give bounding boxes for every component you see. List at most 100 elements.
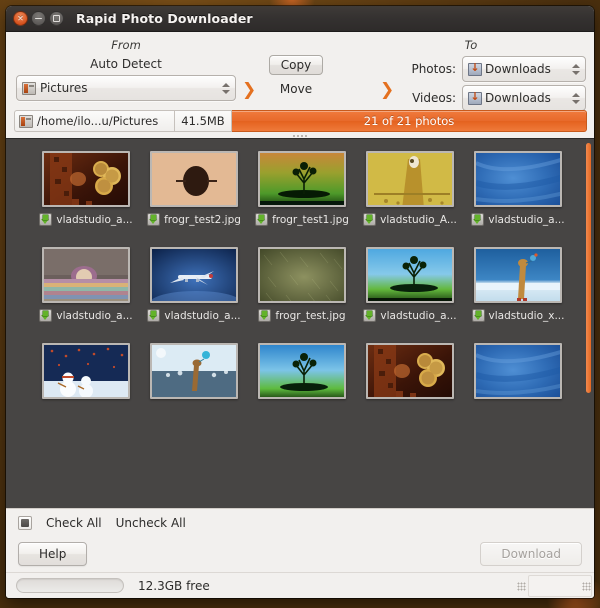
thumbnail-image[interactable] — [150, 247, 238, 303]
minimize-icon[interactable] — [31, 11, 46, 26]
thumbnail-image[interactable] — [42, 151, 130, 207]
vertical-scrollbar[interactable] — [586, 143, 591, 504]
free-space-progress — [16, 578, 124, 593]
chevron-right-icon-right: ❯ — [380, 80, 395, 100]
thumbnail-cell[interactable]: vladstudio_a... — [466, 151, 570, 247]
source-folder-value: Pictures — [40, 81, 88, 95]
photos-destination-row: Photos: Downloads — [356, 56, 586, 82]
download-arrow-icon[interactable] — [39, 309, 53, 322]
thumbnail-cell[interactable]: vladstudio_a... — [34, 151, 138, 247]
thumbnail-cell[interactable] — [466, 343, 570, 439]
from-to-row: From Auto Detect Pictures Copy Move ❯ ❯ … — [6, 32, 594, 111]
thumbnail-filename: vladstudio_A... — [380, 213, 457, 226]
thumbnail-cell[interactable]: frogr_test1.jpg — [250, 151, 354, 247]
device-progress-bar: 21 of 21 photos — [232, 110, 587, 132]
thumbnail-image[interactable] — [474, 343, 562, 399]
uncheck-all-label[interactable]: Uncheck All — [116, 516, 186, 530]
photos-destination-combo[interactable]: Downloads — [462, 56, 586, 82]
photos-label: Photos: — [411, 62, 456, 76]
title-bar: ✕ Rapid Photo Downloader — [6, 6, 594, 32]
thumbnail-cell[interactable]: vladstudio_a... — [142, 247, 246, 343]
download-arrow-icon[interactable] — [147, 213, 161, 226]
download-arrow-icon[interactable] — [147, 309, 161, 322]
thumbnail-image[interactable] — [258, 247, 346, 303]
thumbnail-cell[interactable] — [142, 343, 246, 439]
thumbnail-cell[interactable] — [358, 343, 462, 439]
thumbnail-filename: frogr_test.jpg — [275, 309, 346, 322]
download-arrow-icon[interactable] — [258, 309, 272, 322]
spinner-arrows-icon[interactable] — [221, 82, 231, 94]
thumbnail-cell[interactable] — [250, 343, 354, 439]
thumbnail-image[interactable] — [366, 247, 454, 303]
download-arrow-icon[interactable] — [255, 213, 269, 226]
thumbnail-cell[interactable]: frogr_test2.jpg — [142, 151, 246, 247]
videos-destination-value: Downloads — [485, 91, 551, 105]
videos-destination-combo[interactable]: Downloads — [462, 85, 586, 111]
thumbnail-cell[interactable]: vladstudio_a... — [358, 247, 462, 343]
thumbnail-cell[interactable]: vladstudio_x... — [466, 247, 570, 343]
close-icon[interactable]: ✕ — [13, 11, 28, 26]
device-path: /home/ilo...u/Pictures — [14, 110, 174, 132]
thumbnail-image[interactable] — [150, 151, 238, 207]
download-arrow-icon[interactable] — [363, 213, 377, 226]
thumbnail-caption: vladstudio_a... — [39, 213, 133, 226]
download-arrow-icon[interactable] — [39, 213, 53, 226]
device-size: 41.5MB — [174, 110, 232, 132]
thumbnail-filename: frogr_test1.jpg — [272, 213, 349, 226]
help-button[interactable]: Help — [18, 542, 88, 566]
thumbnail-filename: vladstudio_a... — [488, 213, 565, 226]
maximize-glyph — [53, 15, 60, 22]
thumbnail-caption: vladstudio_a... — [39, 309, 133, 322]
window-resize-grip-icon[interactable] — [582, 582, 591, 591]
thumbnail-caption: vladstudio_a... — [471, 213, 565, 226]
thumbnail-image[interactable] — [150, 343, 238, 399]
thumbnail-filename: vladstudio_x... — [488, 309, 565, 322]
device-row[interactable]: /home/ilo...u/Pictures 41.5MB 21 of 21 p… — [14, 110, 587, 132]
thumbnail-image[interactable] — [258, 343, 346, 399]
thumbnail-image[interactable] — [258, 151, 346, 207]
check-all-label[interactable]: Check All — [46, 516, 102, 530]
check-all-checkbox[interactable] — [18, 515, 32, 530]
thumbnail-grid: vladstudio_a... frogr_test2.jpg frogr_te… — [6, 139, 594, 508]
thumbnail-cell[interactable]: frogr_test.jpg — [250, 247, 354, 343]
move-button[interactable]: Move — [280, 82, 312, 96]
to-label: To — [464, 38, 478, 52]
download-arrow-icon[interactable] — [471, 213, 485, 226]
thumbnail-caption: vladstudio_a... — [147, 309, 241, 322]
maximize-icon[interactable] — [49, 11, 64, 26]
thumbnail-image[interactable] — [474, 151, 562, 207]
thumbnail-image[interactable] — [474, 247, 562, 303]
download-button[interactable]: Download — [480, 542, 582, 566]
thumbnail-caption: vladstudio_A... — [363, 213, 457, 226]
spinner-arrows-icon[interactable] — [571, 63, 581, 75]
auto-detect-label: Auto Detect — [90, 57, 162, 71]
spinner-arrows-icon[interactable] — [571, 92, 581, 104]
thumbnail-caption: vladstudio_a... — [363, 309, 457, 322]
status-grip-icon — [517, 582, 526, 591]
from-label: From — [111, 38, 141, 52]
thumbnail-filename: vladstudio_a... — [380, 309, 457, 322]
thumbnail-caption: vladstudio_x... — [471, 309, 565, 322]
thumbnail-caption: frogr_test2.jpg — [147, 213, 241, 226]
download-arrow-icon[interactable] — [471, 309, 485, 322]
thumbnail-image[interactable] — [42, 247, 130, 303]
folder-icon — [22, 81, 36, 95]
thumbnail-image[interactable] — [366, 343, 454, 399]
window-title: Rapid Photo Downloader — [76, 11, 253, 26]
from-column: From Auto Detect Pictures — [6, 32, 236, 101]
source-folder-combo[interactable]: Pictures — [16, 75, 236, 101]
thumbnail-image[interactable] — [366, 151, 454, 207]
thumbnail-area: vladstudio_a... frogr_test2.jpg frogr_te… — [6, 138, 594, 508]
application-window: ✕ Rapid Photo Downloader From Auto Detec… — [6, 6, 594, 598]
thumbnail-cell[interactable]: vladstudio_a... — [34, 247, 138, 343]
copy-button[interactable]: Copy — [268, 55, 324, 75]
thumbnail-filename: vladstudio_a... — [56, 309, 133, 322]
scrollbar-thumb[interactable] — [586, 143, 591, 393]
download-arrow-icon[interactable] — [363, 309, 377, 322]
thumbnail-image[interactable] — [42, 343, 130, 399]
chevron-right-icon-left: ❯ — [242, 80, 257, 100]
thumbnail-cell[interactable]: vladstudio_A... — [358, 151, 462, 247]
thumbnail-filename: vladstudio_a... — [56, 213, 133, 226]
thumbnail-cell[interactable] — [34, 343, 138, 439]
close-glyph: ✕ — [17, 13, 24, 23]
